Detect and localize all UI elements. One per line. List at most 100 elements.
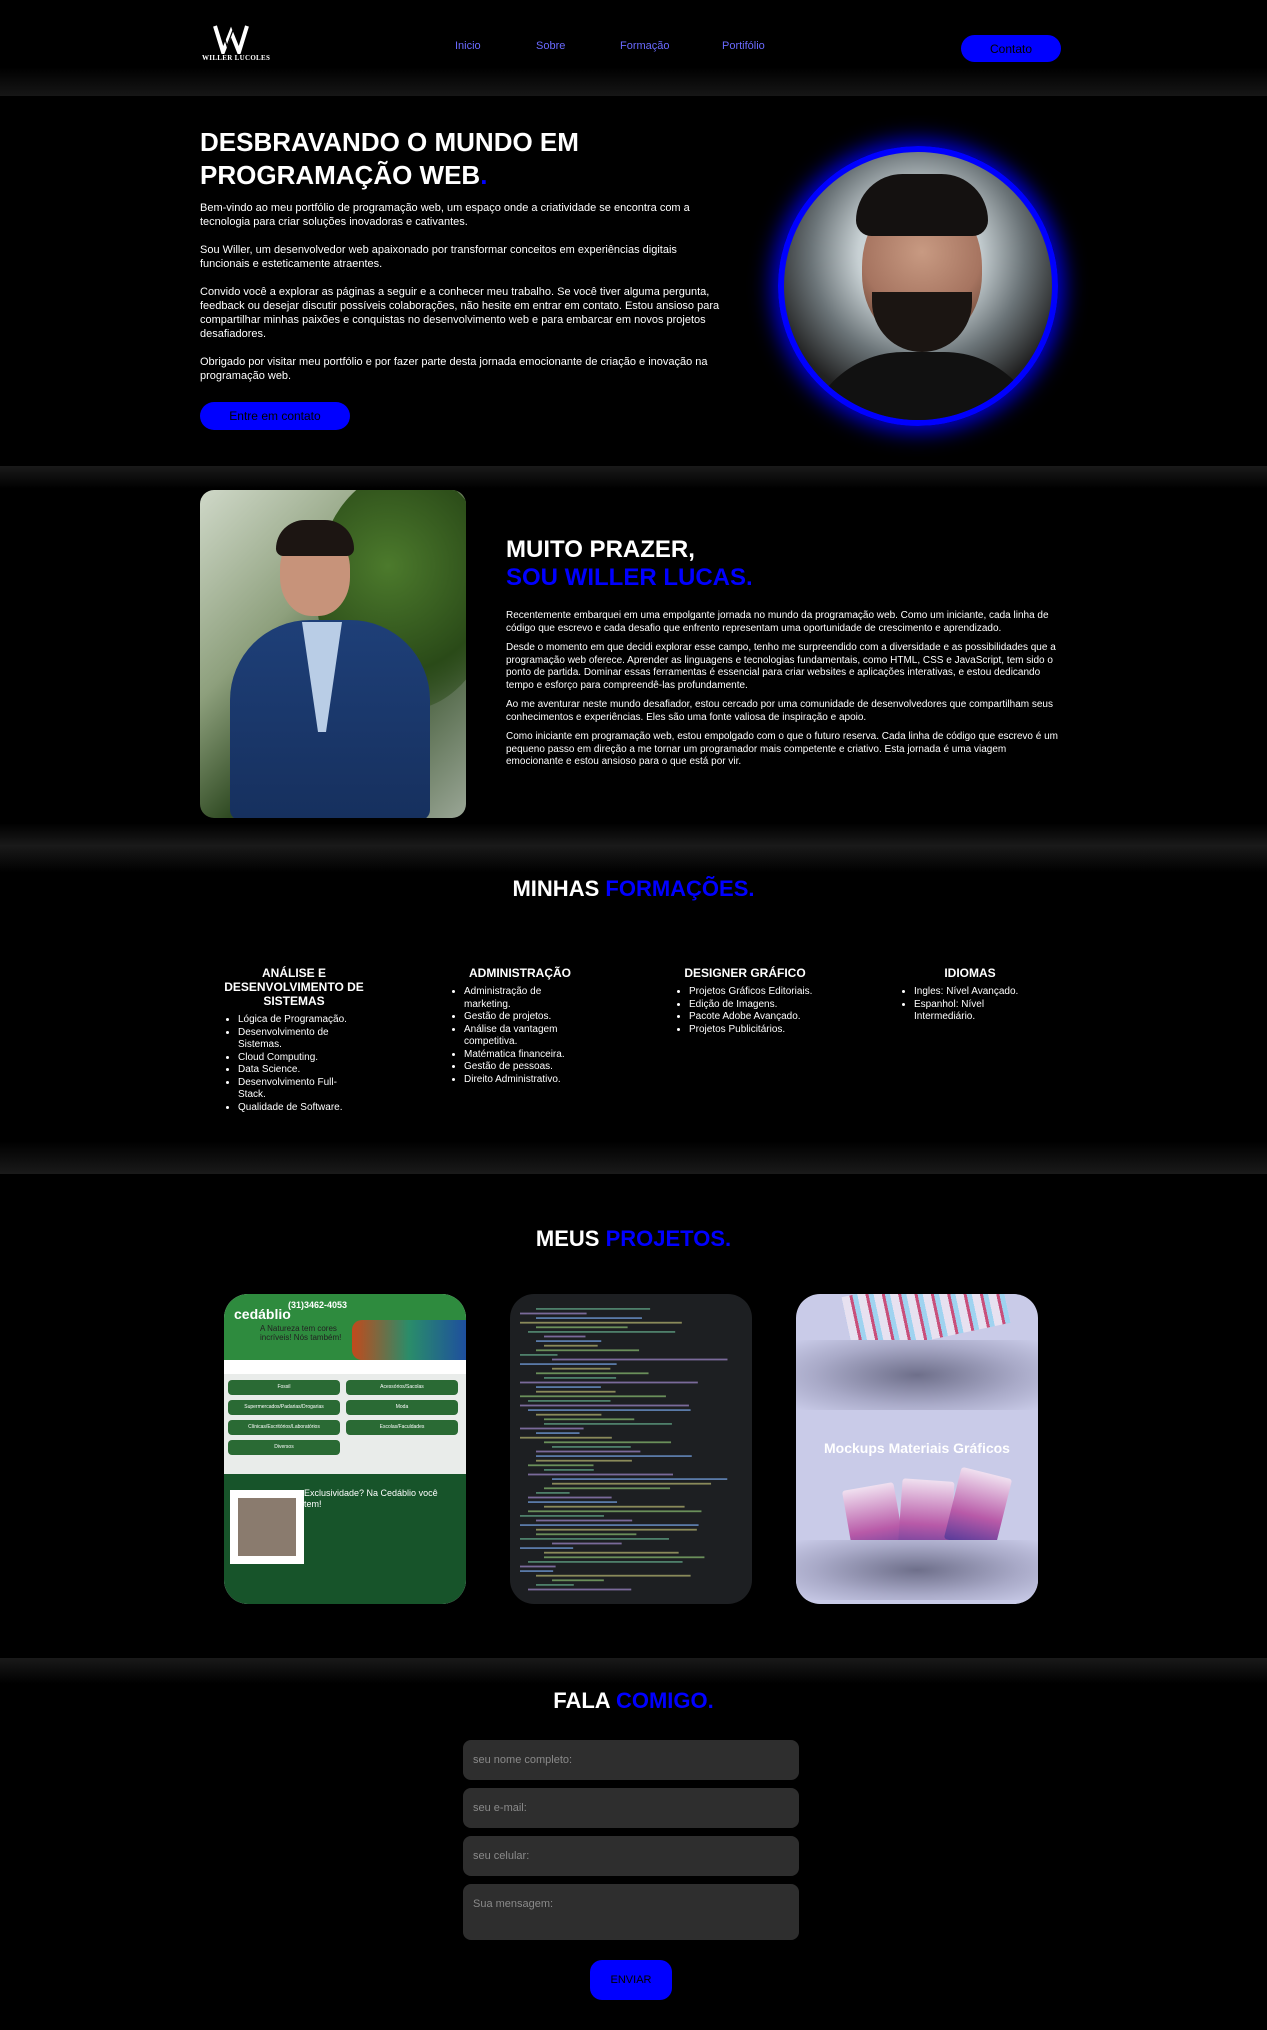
code-line [544, 1335, 586, 1338]
category-pill: Acessórios/Sacolas [346, 1380, 458, 1395]
code-line [520, 1515, 604, 1517]
hero-paragraph: Convido você a explorar as páginas a seg… [200, 286, 720, 340]
category-pill: Clínicas/Escritórios/Laboratórios [228, 1420, 340, 1435]
list-item: Matématica financeira. [464, 1049, 590, 1062]
phone-field[interactable] [463, 1836, 799, 1876]
message-field[interactable] [463, 1884, 799, 1940]
code-line [520, 1436, 612, 1439]
project-card-cedablio[interactable]: cedáblio (31)3462-4053 A Natureza tem co… [224, 1294, 466, 1604]
list-item: Gestão de pessoas. [464, 1061, 590, 1074]
code-line [536, 1308, 651, 1310]
code-line [552, 1482, 712, 1485]
code-line [544, 1418, 635, 1421]
code-line [536, 1432, 580, 1434]
category-pill: Escolas/Faculdades [346, 1420, 458, 1435]
code-line [544, 1344, 598, 1347]
photo-jacket [804, 352, 1044, 420]
code-line [536, 1528, 697, 1531]
formacoes-title: MINHAS FORMAÇÕES. [0, 876, 1267, 902]
code-line [528, 1501, 618, 1503]
photo-beard [872, 292, 972, 352]
list-item: Gestão de projetos. [464, 1011, 590, 1024]
nav-link-inicio[interactable]: Inicio [455, 40, 481, 52]
list-item: Espanhol: Nível Intermediário. [914, 999, 1040, 1024]
formacao-list: Ingles: Nível Avançado. Espanhol: Nível … [900, 986, 1040, 1024]
list-item: Desenvolvimento de Sistemas. [238, 1027, 364, 1052]
hero-paragraph: Bem-vindo ao meu portfólio de programaçã… [200, 202, 690, 228]
send-button[interactable]: ENVIAR [590, 1960, 672, 2000]
code-line [528, 1473, 673, 1476]
code-line [536, 1455, 692, 1457]
code-line [536, 1372, 649, 1375]
nav-link-formacao[interactable]: Formação [620, 40, 670, 52]
card-tagline: A Natureza tem cores incríveis! Nós tamb… [260, 1324, 342, 1342]
formacoes-title-b: FORMAÇÕES. [605, 876, 755, 901]
contact-title-a: FALA [553, 1688, 610, 1713]
projetos-title: MEUS PROJETOS. [0, 1226, 1267, 1252]
code-line [536, 1340, 602, 1342]
name-field[interactable] [463, 1740, 799, 1780]
contact-button[interactable]: Contato [961, 35, 1061, 62]
code-line [536, 1326, 628, 1329]
nav-link-sobre[interactable]: Sobre [536, 40, 565, 52]
code-line [520, 1395, 666, 1398]
list-item: Ingles: Nível Avançado. [914, 986, 1040, 999]
code-line [552, 1579, 604, 1582]
email-field[interactable] [463, 1788, 799, 1828]
code-line [536, 1413, 602, 1416]
nav-link-portifolio[interactable]: Portifólio [722, 40, 765, 52]
code-line [544, 1505, 685, 1508]
mockup-label: Mockups Materiais Gráficos [824, 1440, 1010, 1456]
project-card-code[interactable] [510, 1294, 752, 1604]
chameleon-image [352, 1320, 466, 1360]
code-line [536, 1349, 640, 1352]
code-line [544, 1441, 672, 1444]
code-line [544, 1551, 679, 1554]
code-line [536, 1519, 633, 1522]
formacao-designer: DESIGNER GRÁFICO Projetos Gráficos Edito… [675, 966, 815, 1036]
list-item: Pacote Adobe Avançado. [689, 1011, 815, 1024]
profile-photo [778, 146, 1058, 426]
code-line [528, 1510, 702, 1513]
formacao-title: DESIGNER GRÁFICO [684, 966, 806, 980]
project-card-mockups[interactable]: Mockups Materiais Gráficos [796, 1294, 1038, 1604]
code-line [520, 1570, 554, 1572]
logo-w-icon [213, 25, 249, 54]
photo-hair [856, 174, 988, 236]
mockup-shadow [796, 1340, 1038, 1410]
code-line [528, 1409, 691, 1411]
code-line [536, 1386, 601, 1388]
hero-title-line2: PROGRAMAÇÃO WEB [200, 160, 481, 190]
about-title-line2: SOU WILLER LUCAS. [506, 564, 753, 591]
logo-text: WILLER LUCOLES [202, 54, 271, 62]
list-item: Desenvolvimento Full-Stack. [238, 1077, 364, 1102]
list-item: Projetos Publicitários. [689, 1024, 815, 1037]
code-line [528, 1588, 632, 1591]
code-line [520, 1427, 584, 1430]
code-line [552, 1446, 631, 1448]
card-brand: cedáblio [234, 1306, 291, 1322]
code-line [520, 1354, 558, 1356]
formacao-title: ANÁLISE E DESENVOLVIMENTO DE SISTEMAS [224, 966, 364, 1008]
formacao-list: Projetos Gráficos Editoriais. Edição de … [675, 986, 815, 1036]
about-paragraph: Como iniciante em programação web, estou… [506, 731, 1058, 767]
code-line [520, 1404, 689, 1407]
code-line [528, 1331, 676, 1333]
logo[interactable]: WILLER LUCOLES [202, 24, 271, 68]
hero-paragraph: Sou Willer, um desenvolvedor web apaixon… [200, 244, 677, 270]
category-pill: Moda [346, 1400, 458, 1415]
code-line [536, 1533, 637, 1536]
about-photo [200, 490, 466, 818]
hero-contact-button[interactable]: Entre em contato [200, 402, 350, 430]
category-pill: Diversos [228, 1440, 340, 1455]
list-item: Análise da vantagem competitiva. [464, 1024, 590, 1049]
code-line [520, 1547, 574, 1549]
formacao-ads: ANÁLISE E DESENVOLVIMENTO DE SISTEMAS Ló… [224, 966, 364, 1114]
list-item: Qualidade de Software. [238, 1102, 364, 1115]
list-item: Lógica de Programação. [238, 1014, 364, 1027]
code-line [520, 1524, 699, 1526]
about-text: Recentemente embarquei em uma empolgante… [506, 610, 1061, 776]
about-paragraph: Desde o momento em que decidi explorar e… [506, 642, 1056, 691]
code-line [552, 1367, 611, 1370]
code-line [544, 1423, 672, 1425]
